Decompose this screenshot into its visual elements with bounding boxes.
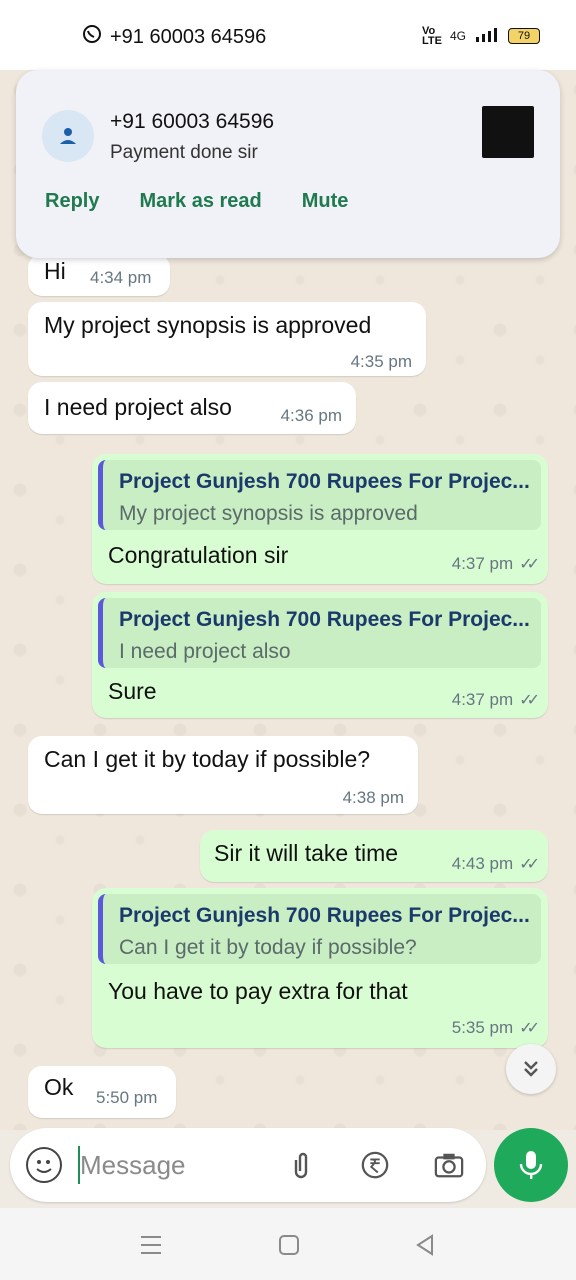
message-time: 5:35 pm ✓✓: [451, 1018, 540, 1038]
quoted-text: My project synopsis is approved: [119, 502, 418, 525]
message-time: 4:34 pm: [90, 268, 152, 287]
read-ticks-icon: ✓✓: [519, 1020, 540, 1037]
mark-as-read-button[interactable]: Mark as read: [139, 190, 261, 213]
quoted-message[interactable]: Project Gunjesh 700 Rupees For Projec...…: [98, 598, 541, 668]
reply-button[interactable]: Reply: [45, 190, 99, 213]
double-chevron-down-icon: [524, 1061, 538, 1077]
home-nav-icon[interactable]: [278, 1232, 300, 1263]
message-bubble-outgoing[interactable]: Sir it will take time 4:43 pm ✓✓: [200, 830, 548, 882]
whatsapp-icon: [82, 24, 102, 50]
message-time: 4:35 pm: [350, 352, 412, 371]
mute-button[interactable]: Mute: [302, 190, 349, 213]
message-time: 5:50 pm: [96, 1088, 158, 1107]
message-text: Ok: [44, 1074, 74, 1100]
message-text: Can I get it by today if possible?: [44, 746, 371, 772]
message-time-text: 4:43 pm: [451, 854, 514, 873]
message-bubble-incoming[interactable]: My project synopsis is approved 4:35 pm: [28, 302, 426, 376]
quoted-sender: Project Gunjesh 700 Rupees For Projec...: [119, 608, 530, 631]
menu-nav-icon[interactable]: [140, 1232, 162, 1263]
status-phone-number: +91 60003 64596: [110, 25, 267, 48]
scroll-to-bottom-button[interactable]: [506, 1044, 556, 1094]
message-time: 4:36 pm: [280, 406, 342, 425]
quoted-message[interactable]: Project Gunjesh 700 Rupees For Projec...…: [98, 460, 541, 530]
message-input[interactable]: Message: [80, 1150, 186, 1181]
microphone-icon: [519, 1151, 543, 1179]
message-text: Sure: [108, 678, 157, 704]
message-bubble-outgoing[interactable]: Project Gunjesh 700 Rupees For Projec...…: [92, 888, 548, 1048]
message-bubble-outgoing[interactable]: Project Gunjesh 700 Rupees For Projec...…: [92, 454, 548, 584]
message-bubble-outgoing[interactable]: Project Gunjesh 700 Rupees For Projec...…: [92, 592, 548, 718]
quoted-sender: Project Gunjesh 700 Rupees For Projec...: [119, 470, 530, 493]
signal-icon: [474, 27, 500, 45]
message-text: My project synopsis is approved: [44, 312, 372, 338]
message-time-text: 4:37 pm: [451, 690, 514, 709]
system-nav-bar: [0, 1208, 576, 1280]
message-time: 4:43 pm ✓✓: [451, 854, 540, 874]
paperclip-icon[interactable]: [286, 1150, 316, 1180]
quoted-message[interactable]: Project Gunjesh 700 Rupees For Projec...…: [98, 894, 541, 964]
message-time: 4:37 pm ✓✓: [451, 554, 540, 574]
avatar: [42, 110, 94, 162]
message-time: 4:38 pm: [342, 788, 404, 807]
notification-title: +91 60003 64596: [110, 110, 275, 133]
sticker-icon[interactable]: [26, 1147, 62, 1183]
message-text: Congratulation sir: [108, 542, 289, 568]
volte-icon: Vo LTE: [422, 25, 442, 47]
notification-thumbnail: [482, 106, 534, 158]
network-label: 4G: [449, 29, 466, 43]
message-text: Sir it will take time: [214, 840, 399, 866]
battery-icon: 79: [508, 28, 540, 44]
notification-actions: Reply Mark as read Mute: [45, 190, 348, 213]
message-time-text: 5:35 pm: [451, 1018, 514, 1037]
read-ticks-icon: ✓✓: [519, 856, 540, 873]
message-composer: Message: [10, 1128, 486, 1202]
message-bubble-incoming[interactable]: I need project also 4:36 pm: [28, 382, 356, 434]
camera-icon[interactable]: [434, 1150, 464, 1180]
read-ticks-icon: ✓✓: [519, 556, 540, 573]
quoted-text: I need project also: [119, 640, 291, 663]
microphone-button[interactable]: [494, 1128, 568, 1202]
read-ticks-icon: ✓✓: [519, 692, 540, 709]
rupee-icon[interactable]: [360, 1150, 390, 1180]
message-time-text: 4:37 pm: [451, 554, 514, 573]
back-nav-icon[interactable]: [414, 1232, 436, 1263]
message-bubble-incoming[interactable]: Can I get it by today if possible? 4:38 …: [28, 736, 418, 814]
status-left: +91 60003 64596: [82, 24, 266, 50]
message-text: You have to pay extra for that: [108, 978, 408, 1004]
quoted-text: Can I get it by today if possible?: [119, 936, 417, 959]
message-time: 4:37 pm ✓✓: [451, 690, 540, 710]
status-bar: +91 60003 64596 Vo LTE 4G 79: [0, 0, 576, 70]
message-text: I need project also: [44, 394, 232, 420]
quoted-sender: Project Gunjesh 700 Rupees For Projec...: [119, 904, 530, 927]
status-right: Vo LTE 4G 79: [422, 25, 540, 47]
notification-text: Payment done sir: [110, 142, 258, 163]
message-bubble-incoming[interactable]: Ok 5:50 pm: [28, 1066, 176, 1118]
message-text: Hi: [44, 258, 66, 284]
person-icon: [60, 128, 76, 144]
message-bubble-incoming[interactable]: Hi 4:34 pm: [28, 254, 170, 296]
notification-card[interactable]: +91 60003 64596 Payment done sir Reply M…: [16, 70, 560, 258]
